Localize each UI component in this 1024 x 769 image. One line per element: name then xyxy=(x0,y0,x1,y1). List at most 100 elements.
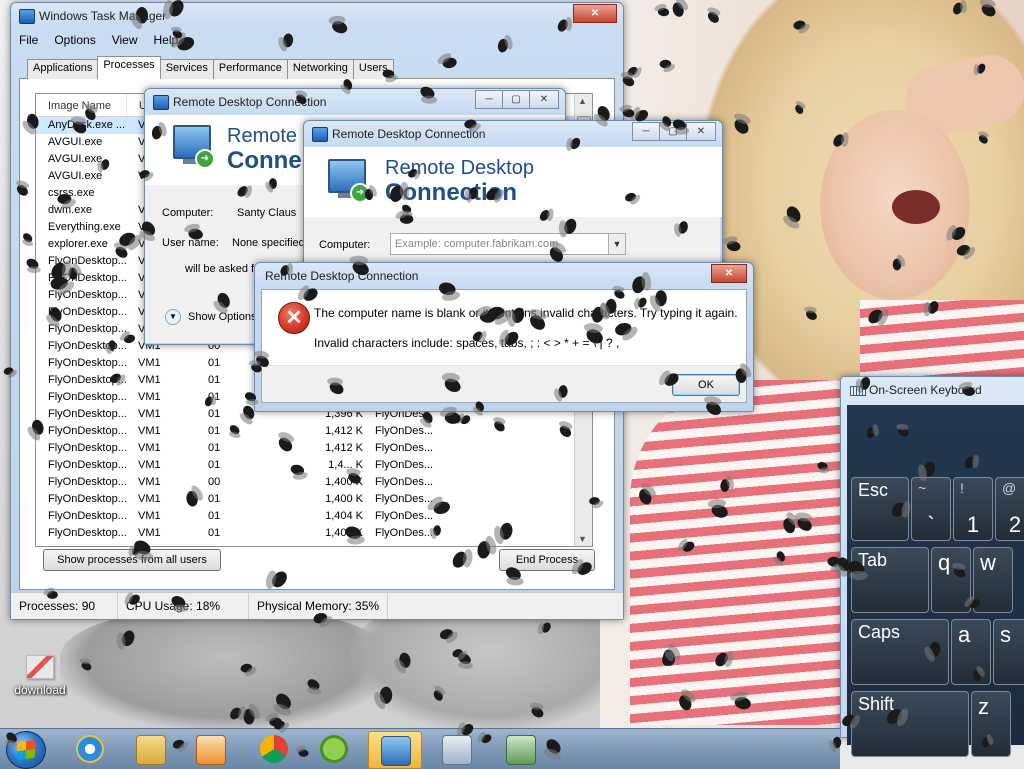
fly-icon xyxy=(393,647,416,675)
keyboard-app-icon xyxy=(506,735,536,765)
status-processes: Processes: 90 xyxy=(11,593,118,619)
cell-desc: FlyOnDes... xyxy=(375,425,434,437)
fly-icon xyxy=(182,223,209,245)
taskbar-internet-explorer[interactable] xyxy=(64,731,116,767)
scroll-down-icon[interactable]: ▼ xyxy=(578,534,587,544)
taskbar xyxy=(0,728,840,769)
key-tilde[interactable]: ~ ` xyxy=(911,477,951,541)
fly-icon xyxy=(460,115,482,133)
keyboard-area: Esc ~ ` ! 1 @2 Tab q w Caps a s Shift z xyxy=(847,405,1024,757)
tab-performance[interactable]: Performance xyxy=(212,59,288,79)
title-bar[interactable]: Windows Task Manager ✕ xyxy=(11,3,623,29)
menu-file[interactable]: File xyxy=(19,33,38,47)
table-row[interactable]: FlyOnDesktop... VM1 00 1,400 K FlyOnDes... xyxy=(36,474,592,491)
fly-icon xyxy=(618,104,639,121)
key-label: s xyxy=(1000,622,1011,647)
computer-combobox[interactable]: Example: computer.fabrikam.com ▼ xyxy=(390,233,626,255)
cell-desc: FlyOnDes... xyxy=(375,442,434,454)
key-label-shift: ! xyxy=(960,480,964,496)
fly-icon xyxy=(266,175,281,194)
fly-icon xyxy=(181,484,204,512)
fly-icon xyxy=(829,733,845,753)
key-label-shift: @ xyxy=(1002,480,1017,496)
taskbar-media-player[interactable] xyxy=(184,731,236,767)
cell-name: FlyOnDesktop... xyxy=(48,476,127,488)
table-row[interactable]: FlyOnDesktop... VM1 01 1,4... K FlyOnDes... xyxy=(36,457,592,474)
computer-placeholder: Example: computer.fabrikam.com xyxy=(395,238,559,250)
key-2[interactable]: @2 xyxy=(995,477,1024,541)
cell-name: AVGUI.exe xyxy=(48,153,103,165)
fly-icon xyxy=(105,337,119,355)
cell-desc: FlyOnDes... xyxy=(375,459,434,471)
fly-icon xyxy=(294,746,312,760)
cell-cpu: 01 xyxy=(208,510,221,522)
tab-processes[interactable]: Processes xyxy=(97,56,161,79)
maximize-button[interactable]: ▢ xyxy=(502,90,530,109)
cell-name: AVGUI.exe xyxy=(48,136,103,148)
cell-mem: 1,412 K xyxy=(325,425,363,437)
key-label: 2 xyxy=(1008,512,1022,537)
fly-icon xyxy=(716,474,734,496)
key-s[interactable]: s xyxy=(993,619,1024,685)
cell-user: VM1 xyxy=(138,374,161,386)
cell-name: dwm.exe xyxy=(48,204,93,216)
task-manager-icon xyxy=(19,9,35,24)
fly-icon xyxy=(278,29,298,53)
tab-applications[interactable]: Applications xyxy=(27,59,99,79)
tab-services[interactable]: Services xyxy=(159,59,214,79)
menu-view[interactable]: View xyxy=(112,33,138,47)
expand-chevron-icon[interactable]: ▼ xyxy=(165,309,181,325)
fly-icon xyxy=(430,522,445,540)
fly-icon xyxy=(969,665,986,685)
banner: ➜ Remote Desktop Connection xyxy=(304,147,722,217)
key-label: Caps xyxy=(858,622,901,642)
key-label: Esc xyxy=(858,480,889,500)
taskbar-network[interactable] xyxy=(430,731,482,767)
tab-strip: Applications Processes Services Performa… xyxy=(27,56,394,79)
fly-icon xyxy=(147,120,168,145)
table-row[interactable]: FlyOnDesktop... VM1 01 1,412 K FlyOnDes... xyxy=(36,440,592,457)
fly-icon xyxy=(379,65,400,82)
fly-icon xyxy=(720,235,745,256)
key-1[interactable]: ! 1 xyxy=(953,477,993,541)
close-button[interactable]: ✕ xyxy=(529,90,559,109)
minimize-button[interactable]: ─ xyxy=(475,90,503,109)
title-bar[interactable]: Remote Desktop Connection ─ ▢ ✕ xyxy=(145,89,565,115)
table-row[interactable]: FlyOnDesktop... VM1 01 1,400 K FlyOnDes... xyxy=(36,491,592,508)
utorrent-icon xyxy=(320,735,348,763)
computer-value: Santy Claus xyxy=(237,207,297,219)
credentials-note: will be asked fo xyxy=(185,263,261,275)
taskbar-keyboard[interactable] xyxy=(494,731,546,767)
file-explorer-icon xyxy=(136,735,166,765)
key-label: z xyxy=(978,694,989,719)
cell-name: FlyOnDesktop... xyxy=(48,527,127,539)
fly-icon xyxy=(656,56,675,71)
fly-icon xyxy=(730,362,752,388)
close-button[interactable]: ✕ xyxy=(711,264,747,283)
close-button[interactable]: ✕ xyxy=(573,4,617,23)
taskbar-remote-desktop[interactable] xyxy=(368,731,422,769)
cell-name: FlyOnDesktop... xyxy=(48,391,127,403)
dropdown-arrow-icon[interactable]: ▼ xyxy=(608,234,625,254)
key-shift[interactable]: Shift xyxy=(851,691,969,757)
taskbar-utorrent[interactable] xyxy=(308,731,360,767)
cell-name: FlyOnDesktop... xyxy=(48,459,127,471)
connect-arrow-icon: ➜ xyxy=(195,149,215,169)
button-label: OK xyxy=(698,379,714,391)
chrome-icon xyxy=(260,735,288,763)
remote-desktop-icon xyxy=(312,127,328,142)
cell-mem: 1,400 K xyxy=(325,493,363,505)
wallpaper-shape xyxy=(60,610,390,728)
cell-user: VM1 xyxy=(138,425,161,437)
title-bar[interactable]: Remote Desktop Connection ✕ xyxy=(255,263,753,289)
taskbar-chrome[interactable] xyxy=(248,731,300,767)
file-icon xyxy=(26,655,54,679)
key-label-shift: ~ xyxy=(918,480,927,496)
taskbar-file-explorer[interactable] xyxy=(124,731,176,767)
button-label: End Process xyxy=(515,554,579,566)
menu-options[interactable]: Options xyxy=(54,33,95,47)
scroll-up-icon[interactable]: ▲ xyxy=(578,96,587,106)
key-label: w xyxy=(980,550,996,575)
cell-name: FlyOnDesktop... xyxy=(48,510,127,522)
desktop-icon-download[interactable]: download xyxy=(10,655,70,697)
